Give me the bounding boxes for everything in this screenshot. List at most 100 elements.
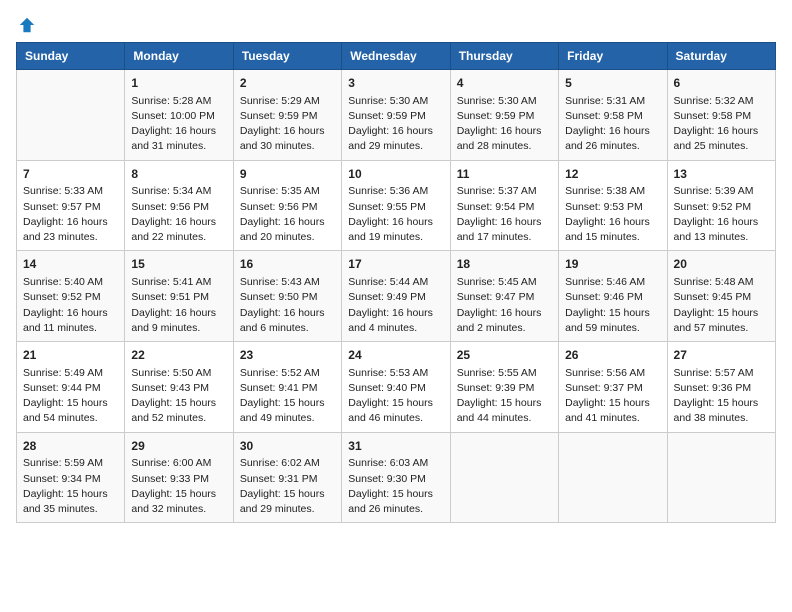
calendar-cell: 2Sunrise: 5:29 AM Sunset: 9:59 PM Daylig… [233, 70, 341, 161]
day-info: Sunrise: 5:41 AM Sunset: 9:51 PM Dayligh… [131, 275, 226, 336]
day-info: Sunrise: 5:49 AM Sunset: 9:44 PM Dayligh… [23, 366, 118, 427]
day-info: Sunrise: 5:52 AM Sunset: 9:41 PM Dayligh… [240, 366, 335, 427]
day-number: 13 [674, 166, 769, 183]
day-info: Sunrise: 5:40 AM Sunset: 9:52 PM Dayligh… [23, 275, 118, 336]
day-number: 20 [674, 256, 769, 273]
day-number: 12 [565, 166, 660, 183]
day-info: Sunrise: 5:46 AM Sunset: 9:46 PM Dayligh… [565, 275, 660, 336]
calendar-cell: 14 Sunrise: 5:40 AM Sunset: 9:52 PM Dayli… [17, 251, 125, 342]
day-number: 16 [240, 256, 335, 273]
day-number: 30 [240, 438, 335, 455]
day-number: 31 [348, 438, 443, 455]
day-number: 15 [131, 256, 226, 273]
calendar-cell: 30Sunrise: 6:02 AM Sunset: 9:31 PM Dayli… [233, 432, 341, 523]
calendar-cell: 29Sunrise: 6:00 AM Sunset: 9:33 PM Dayli… [125, 432, 233, 523]
day-number: 6 [674, 75, 769, 92]
day-number: 1 [131, 75, 226, 92]
calendar-week-5: 28Sunrise: 5:59 AM Sunset: 9:34 PM Dayli… [17, 432, 776, 523]
calendar-cell: 12Sunrise: 5:38 AM Sunset: 9:53 PM Dayli… [559, 160, 667, 251]
calendar-week-1: 1 Sunrise: 5:28 AM Sunset: 10:00 PM Dayli… [17, 70, 776, 161]
day-number: 8 [131, 166, 226, 183]
day-info: Sunrise: 5:48 AM Sunset: 9:45 PM Dayligh… [674, 275, 769, 336]
day-number: 27 [674, 347, 769, 364]
calendar-cell: 25 Sunrise: 5:55 AM Sunset: 9:39 PM Dayli… [450, 342, 558, 433]
day-info: Sunrise: 5:56 AM Sunset: 9:37 PM Dayligh… [565, 366, 660, 427]
day-info: Sunrise: 5:32 AM Sunset: 9:58 PM Dayligh… [674, 94, 769, 155]
day-info: Sunrise: 5:35 AM Sunset: 9:56 PM Dayligh… [240, 184, 335, 245]
day-number: 14 [23, 256, 118, 273]
day-info: Sunrise: 5:57 AM Sunset: 9:36 PM Dayligh… [674, 366, 769, 427]
day-info: Sunrise: 5:33 AM Sunset: 9:57 PM Dayligh… [23, 184, 118, 245]
calendar-cell: 27 Sunrise: 5:57 AM Sunset: 9:36 PM Dayli… [667, 342, 775, 433]
calendar-cell: 17Sunrise: 5:44 AM Sunset: 9:49 PM Dayli… [342, 251, 450, 342]
day-info: Sunrise: 6:02 AM Sunset: 9:31 PM Dayligh… [240, 456, 335, 517]
calendar-cell: 15 Sunrise: 5:41 AM Sunset: 9:51 PM Dayli… [125, 251, 233, 342]
day-number: 9 [240, 166, 335, 183]
calendar-cell: 26 Sunrise: 5:56 AM Sunset: 9:37 PM Dayli… [559, 342, 667, 433]
day-info: Sunrise: 5:55 AM Sunset: 9:39 PM Dayligh… [457, 366, 552, 427]
col-header-saturday: Saturday [667, 43, 775, 70]
day-info: Sunrise: 5:50 AM Sunset: 9:43 PM Dayligh… [131, 366, 226, 427]
calendar-cell: 21 Sunrise: 5:49 AM Sunset: 9:44 PM Dayli… [17, 342, 125, 433]
day-number: 21 [23, 347, 118, 364]
day-info: Sunrise: 5:36 AM Sunset: 9:55 PM Dayligh… [348, 184, 443, 245]
col-header-tuesday: Tuesday [233, 43, 341, 70]
calendar-cell: 6 Sunrise: 5:32 AM Sunset: 9:58 PM Daylig… [667, 70, 775, 161]
day-info: Sunrise: 5:39 AM Sunset: 9:52 PM Dayligh… [674, 184, 769, 245]
calendar-cell: 1 Sunrise: 5:28 AM Sunset: 10:00 PM Dayli… [125, 70, 233, 161]
day-number: 22 [131, 347, 226, 364]
day-number: 26 [565, 347, 660, 364]
calendar-week-4: 21 Sunrise: 5:49 AM Sunset: 9:44 PM Dayli… [17, 342, 776, 433]
day-info: Sunrise: 5:28 AM Sunset: 10:00 PM Daylig… [131, 94, 226, 155]
day-number: 23 [240, 347, 335, 364]
day-info: Sunrise: 5:45 AM Sunset: 9:47 PM Dayligh… [457, 275, 552, 336]
calendar-header-row: SundayMondayTuesdayWednesdayThursdayFrid… [17, 43, 776, 70]
day-info: Sunrise: 5:31 AM Sunset: 9:58 PM Dayligh… [565, 94, 660, 155]
day-number: 18 [457, 256, 552, 273]
calendar-cell [559, 432, 667, 523]
day-number: 11 [457, 166, 552, 183]
day-number: 2 [240, 75, 335, 92]
day-number: 7 [23, 166, 118, 183]
col-header-friday: Friday [559, 43, 667, 70]
calendar-cell: 20 Sunrise: 5:48 AM Sunset: 9:45 PM Dayli… [667, 251, 775, 342]
calendar-cell: 24 Sunrise: 5:53 AM Sunset: 9:40 PM Dayli… [342, 342, 450, 433]
calendar-cell: 10Sunrise: 5:36 AM Sunset: 9:55 PM Dayli… [342, 160, 450, 251]
calendar-cell: 4Sunrise: 5:30 AM Sunset: 9:59 PM Daylig… [450, 70, 558, 161]
calendar-table: SundayMondayTuesdayWednesdayThursdayFrid… [16, 42, 776, 523]
col-header-monday: Monday [125, 43, 233, 70]
calendar-cell: 13Sunrise: 5:39 AM Sunset: 9:52 PM Dayli… [667, 160, 775, 251]
col-header-wednesday: Wednesday [342, 43, 450, 70]
day-number: 3 [348, 75, 443, 92]
day-info: Sunrise: 5:38 AM Sunset: 9:53 PM Dayligh… [565, 184, 660, 245]
calendar-cell: 23 Sunrise: 5:52 AM Sunset: 9:41 PM Dayli… [233, 342, 341, 433]
calendar-cell: 22 Sunrise: 5:50 AM Sunset: 9:43 PM Dayli… [125, 342, 233, 433]
day-number: 25 [457, 347, 552, 364]
calendar-cell: 3 Sunrise: 5:30 AM Sunset: 9:59 PM Daylig… [342, 70, 450, 161]
calendar-cell: 11Sunrise: 5:37 AM Sunset: 9:54 PM Dayli… [450, 160, 558, 251]
calendar-cell [450, 432, 558, 523]
day-info: Sunrise: 5:53 AM Sunset: 9:40 PM Dayligh… [348, 366, 443, 427]
day-number: 10 [348, 166, 443, 183]
calendar-cell: 5 Sunrise: 5:31 AM Sunset: 9:58 PM Daylig… [559, 70, 667, 161]
day-info: Sunrise: 5:43 AM Sunset: 9:50 PM Dayligh… [240, 275, 335, 336]
day-info: Sunrise: 5:30 AM Sunset: 9:59 PM Dayligh… [348, 94, 443, 155]
day-number: 5 [565, 75, 660, 92]
calendar-week-3: 14 Sunrise: 5:40 AM Sunset: 9:52 PM Dayli… [17, 251, 776, 342]
col-header-sunday: Sunday [17, 43, 125, 70]
day-number: 19 [565, 256, 660, 273]
day-number: 24 [348, 347, 443, 364]
day-info: Sunrise: 5:30 AM Sunset: 9:59 PM Dayligh… [457, 94, 552, 155]
day-info: Sunrise: 5:59 AM Sunset: 9:34 PM Dayligh… [23, 456, 118, 517]
logo [16, 16, 36, 34]
day-info: Sunrise: 5:34 AM Sunset: 9:56 PM Dayligh… [131, 184, 226, 245]
col-header-thursday: Thursday [450, 43, 558, 70]
calendar-cell: 28Sunrise: 5:59 AM Sunset: 9:34 PM Dayli… [17, 432, 125, 523]
day-number: 28 [23, 438, 118, 455]
page-header [16, 16, 776, 34]
calendar-week-2: 7Sunrise: 5:33 AM Sunset: 9:57 PM Daylig… [17, 160, 776, 251]
day-info: Sunrise: 5:37 AM Sunset: 9:54 PM Dayligh… [457, 184, 552, 245]
calendar-cell: 19 Sunrise: 5:46 AM Sunset: 9:46 PM Dayli… [559, 251, 667, 342]
calendar-cell: 16 Sunrise: 5:43 AM Sunset: 9:50 PM Dayli… [233, 251, 341, 342]
day-info: Sunrise: 6:00 AM Sunset: 9:33 PM Dayligh… [131, 456, 226, 517]
